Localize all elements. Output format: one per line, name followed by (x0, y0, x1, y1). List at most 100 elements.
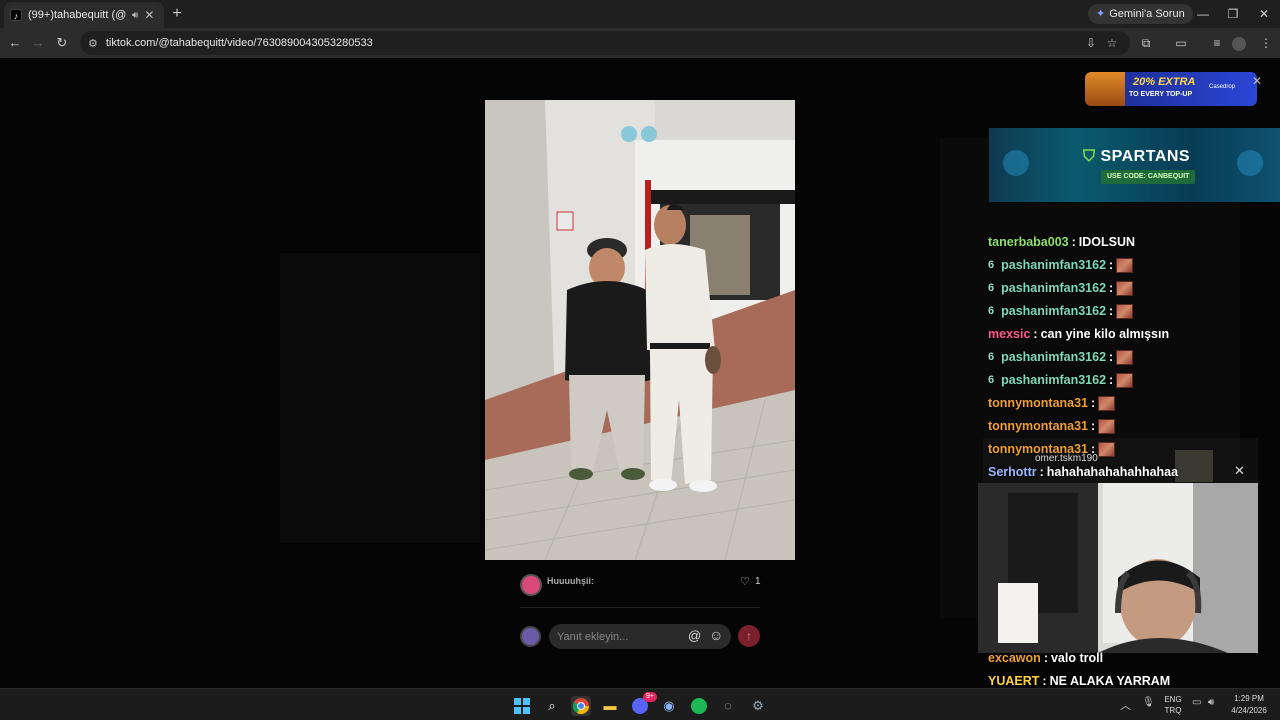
chat-separator: : (1109, 258, 1114, 272)
chat-username[interactable]: pashanimfan3162 (1001, 281, 1106, 295)
clock-time[interactable]: 1:29 PM (1226, 694, 1272, 703)
pip-close-icon[interactable]: ✕ (1234, 463, 1245, 479)
tray-chevron-icon[interactable]: ︿ (1120, 697, 1131, 713)
post-photo[interactable] (485, 100, 795, 560)
chat-username[interactable]: tonnymontana31 (988, 419, 1088, 433)
browser-tab[interactable]: ♪ (99+)tahabequitt (@tahabe 🔊︎ ✕ (4, 2, 164, 28)
chat-separator: : (1043, 651, 1048, 665)
chat-username[interactable]: excawon (988, 651, 1041, 665)
emoji-icon[interactable]: ☺ (709, 627, 723, 643)
chrome-icon[interactable] (571, 696, 591, 716)
background-dimmed-area (280, 253, 480, 543)
tiktok-icon: ♪ (10, 9, 22, 21)
chat-message: 6 pashanimfan3162 : (988, 347, 1134, 367)
commenter-name[interactable]: Huuuuhşii: (547, 576, 594, 586)
ad-brand: Casedrop (1209, 84, 1236, 90)
speaker-icon[interactable]: 🔊︎ (132, 10, 138, 21)
chat-separator: : (1042, 674, 1047, 688)
casedrop-ad[interactable]: 20% EXTRA TO EVERY TOP-UP Casedrop (1085, 72, 1257, 106)
chat-message: excawon : valo troll (988, 648, 1103, 668)
chat-separator: : (1091, 442, 1096, 456)
gemini-icon: ✦ (1096, 8, 1106, 20)
chat-username[interactable]: YUAERT (988, 674, 1039, 688)
chat-badge-icon: 6 (988, 351, 995, 363)
menu-icon[interactable]: ⋮ (1257, 35, 1275, 51)
pip-video[interactable] (978, 483, 1258, 653)
app-icon[interactable]: ◌ (718, 696, 738, 716)
chat-username[interactable]: tonnymontana31 (988, 396, 1088, 410)
microphone-icon[interactable]: 🎙︎ (1142, 697, 1155, 708)
chat-username[interactable]: Serhottr (988, 465, 1037, 479)
chat-username[interactable]: pashanimfan3162 (1001, 350, 1106, 364)
bookmark-star-icon[interactable]: ☆ (1103, 35, 1121, 51)
pip-thumbnail (1175, 450, 1213, 482)
windows-start-icon[interactable] (512, 696, 532, 716)
profile-avatar[interactable] (1232, 37, 1246, 51)
chest-icon (1085, 72, 1125, 106)
ad-close-icon[interactable]: ✕ (1252, 74, 1262, 88)
language-top[interactable]: ENG (1162, 695, 1184, 704)
chat-text: IDOLSUN (1078, 235, 1136, 249)
chat-message: tonnymontana31 : (988, 393, 1116, 413)
chat-emote-icon (1116, 372, 1134, 388)
send-button[interactable]: ↑ (738, 625, 760, 647)
title-bar: ♪ (99+)tahabequitt (@tahabe 🔊︎ ✕ + ✦ Gem… (0, 0, 1280, 28)
settings-icon[interactable]: ⚙︎ (748, 696, 768, 716)
clock-date[interactable]: 4/24/2026 (1226, 706, 1272, 715)
decor-glow (1237, 150, 1263, 176)
webcam-illustration (978, 483, 1258, 653)
chat-separator: : (1109, 373, 1114, 387)
search-icon[interactable]: ⌕ (542, 696, 562, 716)
promo-code: USE CODE: CANBEQUIT (1101, 170, 1196, 184)
heart-icon[interactable]: ♡ (740, 575, 750, 588)
reply-input[interactable] (549, 624, 731, 649)
chat-username[interactable]: mexsic (988, 327, 1030, 341)
chat-username[interactable]: pashanimfan3162 (1001, 304, 1106, 318)
network-icon[interactable]: ▭ (1192, 697, 1201, 708)
chat-emote-icon (1098, 418, 1116, 434)
close-tab-icon[interactable]: ✕ (144, 8, 154, 22)
address-bar[interactable]: ⚙︎ tiktok.com/@tahabequitt/video/7630890… (80, 31, 1130, 55)
close-window-button[interactable]: ✕ (1254, 4, 1274, 24)
language-bottom[interactable]: TRQ (1162, 706, 1184, 715)
volume-icon[interactable]: 🔊︎ (1208, 697, 1214, 708)
chat-username[interactable]: tanerbaba003 (988, 235, 1069, 249)
site-info-icon[interactable]: ⚙︎ (88, 37, 98, 50)
chat-message: 6 pashanimfan3162 : (988, 370, 1134, 390)
minimize-button[interactable]: — (1193, 4, 1213, 24)
steam-icon[interactable]: ◉ (659, 696, 679, 716)
mention-icon[interactable]: @ (688, 628, 701, 643)
extensions-icon[interactable]: ⧉ (1137, 35, 1155, 51)
chat-username[interactable]: pashanimfan3162 (1001, 258, 1106, 272)
chat-username[interactable]: pashanimfan3162 (1001, 373, 1106, 387)
chat-badge-icon: 6 (988, 374, 995, 386)
spotify-icon[interactable] (689, 696, 709, 716)
chat-username[interactable]: tonnymontana31 (988, 442, 1088, 456)
taskbar: ⌕ ▬ 9+ ◉ ◌ ⚙︎ ︿ 🎙︎ ENG TRQ ▭ 🔊︎ 1:29 PM … (0, 688, 1280, 720)
chat-message: 6 pashanimfan3162 : (988, 278, 1134, 298)
new-tab-button[interactable]: + (168, 5, 186, 23)
chat-message: 6 pashanimfan3162 : (988, 301, 1134, 321)
chat-separator: : (1033, 327, 1038, 341)
spartans-logo: ⛉ SPARTANS (1083, 148, 1191, 165)
chat-emote-icon (1098, 441, 1116, 457)
chat-message: mexsic : can yine kilo almışsın (988, 324, 1169, 344)
chat-message: Serhottr : hahahahahahahhahaa (988, 462, 1178, 482)
spartans-ad[interactable]: ⛉ SPARTANS USE CODE: CANBEQUIT (989, 128, 1280, 202)
like-count: 1 (755, 576, 761, 587)
maximize-button[interactable]: ❐ (1223, 4, 1243, 24)
reload-button[interactable]: ↻ (53, 34, 71, 52)
back-button[interactable]: ← (6, 34, 24, 52)
photo-illustration (485, 100, 795, 560)
file-explorer-icon[interactable]: ▬ (600, 696, 620, 716)
chat-separator: : (1039, 465, 1044, 479)
chat-text: NE ALAKA YARRAM (1049, 674, 1171, 688)
install-app-icon[interactable]: ⇩ (1082, 35, 1100, 51)
reading-list-icon[interactable]: ≡ (1208, 35, 1226, 51)
forward-button[interactable]: → (29, 34, 47, 52)
split-view-icon[interactable]: ▭ (1172, 35, 1190, 51)
chat-emote-icon (1098, 395, 1116, 411)
gemini-button[interactable]: ✦ Gemini'a Sorun (1088, 4, 1193, 24)
commenter-avatar[interactable] (520, 574, 542, 596)
chat-emote-icon (1116, 303, 1134, 319)
